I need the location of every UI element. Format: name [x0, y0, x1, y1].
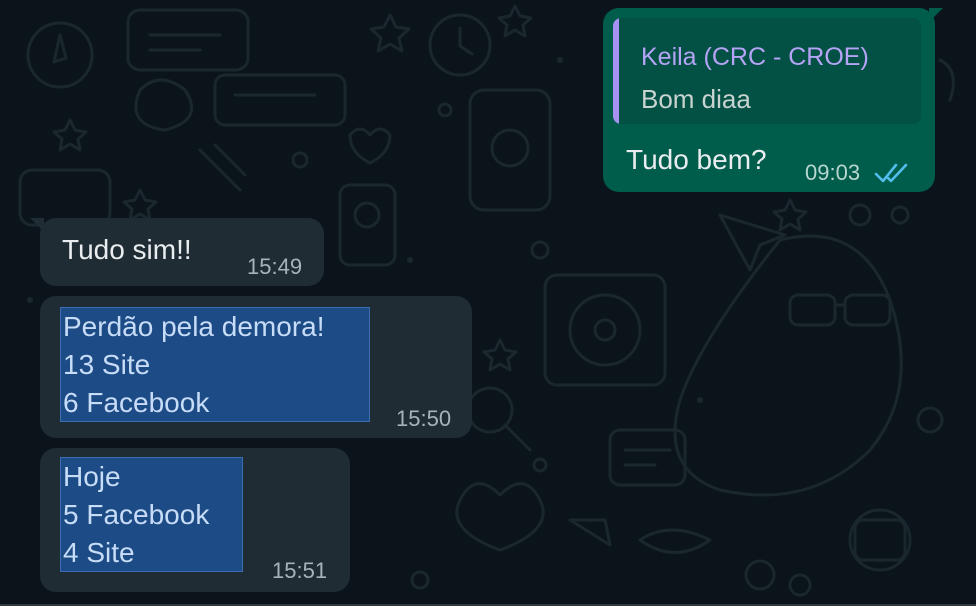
message-time: 15:49	[247, 254, 303, 279]
chat-conversation: Keila (CRC - CROE) Bom diaa Tudo bem? 09…	[0, 0, 976, 606]
message-text: Tudo sim!!	[62, 234, 192, 265]
incoming-message[interactable]: Tudo sim!! 15:49	[30, 218, 324, 286]
incoming-message[interactable]: Perdão pela demora! 13 Site 6 Facebook 1…	[40, 296, 472, 438]
message-tail	[929, 8, 943, 22]
outgoing-message[interactable]: Keila (CRC - CROE) Bom diaa Tudo bem? 09…	[603, 8, 943, 192]
message-line: 5 Facebook	[63, 499, 210, 530]
message-text: Tudo bem?	[626, 144, 767, 175]
selected-text-block[interactable]: Hoje 5 Facebook 4 Site	[60, 457, 243, 572]
quote-accent-bar	[613, 18, 619, 124]
message-line: Hoje	[63, 461, 121, 492]
quoted-author: Keila (CRC - CROE)	[641, 43, 869, 71]
message-line: 13 Site	[63, 349, 151, 380]
double-check-icon	[874, 163, 908, 183]
message-line: Perdão pela demora!	[63, 311, 325, 342]
message-time: 15:50	[396, 406, 452, 431]
message-line: 6 Facebook	[63, 387, 210, 418]
message-time: 15:51	[272, 558, 328, 583]
selected-text-block[interactable]: Perdão pela demora! 13 Site 6 Facebook	[60, 307, 370, 422]
incoming-message[interactable]: Hoje 5 Facebook 4 Site 15:51	[40, 448, 350, 592]
quoted-message[interactable]: Keila (CRC - CROE) Bom diaa	[613, 18, 921, 124]
message-time: 09:03	[805, 160, 861, 185]
quoted-text: Bom diaa	[641, 84, 751, 114]
message-line: 4 Site	[63, 537, 135, 568]
message-tail	[30, 218, 44, 232]
